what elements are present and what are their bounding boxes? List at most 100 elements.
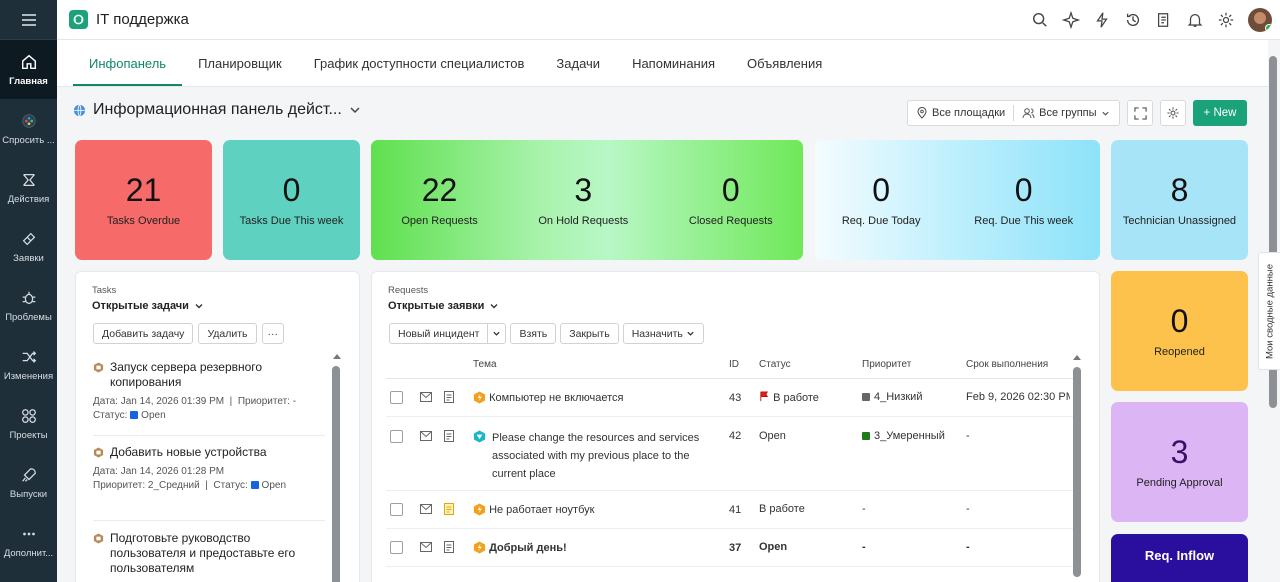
closed-metric[interactable]: 0 Closed Requests: [689, 174, 773, 227]
new-widget-button[interactable]: + New: [1193, 100, 1247, 126]
lightning-icon[interactable]: [1093, 11, 1111, 29]
requests-scrollbar[interactable]: [1073, 367, 1081, 577]
notes-icon[interactable]: [1155, 11, 1173, 29]
tab-tasks[interactable]: Задачи: [540, 56, 616, 86]
column-status[interactable]: Статус: [759, 359, 791, 370]
close-request-button[interactable]: Закрыть: [560, 323, 619, 344]
table-row[interactable]: Компьютер не включается 43 В работе 4_Ни…: [386, 379, 1080, 417]
list-item[interactable]: Подготовьте руководство пользователя и п…: [93, 531, 325, 582]
table-row[interactable]: Не работает ноутбук 41 В работе - -: [386, 491, 1080, 529]
add-task-button[interactable]: Добавить задачу: [93, 323, 194, 344]
column-due-date[interactable]: Срок выполнения: [966, 359, 1048, 370]
card-reopened[interactable]: 0 Reopened: [1111, 271, 1248, 391]
sidebar-item-releases[interactable]: Выпуски: [0, 453, 57, 512]
group-filter[interactable]: Все группы: [1014, 107, 1117, 119]
column-subject[interactable]: Тема: [473, 359, 497, 370]
notes-icon[interactable]: [444, 391, 454, 403]
request-subject[interactable]: Компьютер не включается: [489, 392, 623, 404]
card-tasks-overdue[interactable]: 21 Tasks Overdue: [75, 140, 212, 260]
column-id[interactable]: ID: [729, 359, 739, 370]
mail-icon[interactable]: [420, 431, 432, 441]
list-item[interactable]: Запуск сервера резервного копирования Да…: [93, 360, 325, 436]
on-hold-metric[interactable]: 3 On Hold Requests: [538, 174, 628, 227]
row-checkbox[interactable]: [390, 391, 403, 404]
menu-toggle[interactable]: [0, 0, 57, 40]
scroll-up-arrow-icon[interactable]: [1072, 353, 1082, 361]
dashboard-selector[interactable]: Информационная панель дейст...: [73, 101, 361, 119]
sidebar-item-actions[interactable]: Действия: [0, 158, 57, 217]
sidebar-item-problems[interactable]: Проблемы: [0, 276, 57, 335]
card-unassigned[interactable]: 8 Technician Unassigned: [1111, 140, 1248, 260]
request-subject[interactable]: Please change the resources and services…: [492, 429, 702, 483]
top-bar: IT поддержка: [57, 0, 1280, 40]
delete-task-button[interactable]: Удалить: [198, 323, 257, 344]
flag-icon: [760, 391, 769, 402]
request-due-date: -: [966, 503, 970, 515]
row-checkbox[interactable]: [390, 430, 403, 443]
mail-icon[interactable]: [420, 542, 432, 552]
search-icon[interactable]: [1031, 11, 1049, 29]
card-request-inflow[interactable]: Req. Inflow: [1111, 534, 1248, 582]
app-logo-icon: [69, 10, 88, 29]
chevron-down-icon: [493, 331, 501, 336]
sidebar-item-zia[interactable]: Спросить ...: [0, 99, 57, 158]
sidebar-item-home[interactable]: Главная: [0, 40, 57, 99]
assign-button[interactable]: Назначить: [622, 323, 704, 344]
sidebar-item-more[interactable]: Дополнит...: [0, 512, 57, 571]
request-subject[interactable]: Добрый день!: [489, 542, 567, 554]
task-view-selector[interactable]: Открытые задачи: [92, 300, 204, 312]
fullscreen-button[interactable]: [1127, 100, 1153, 126]
row-checkbox[interactable]: [390, 503, 403, 516]
card-label: Req. Due Today: [841, 214, 921, 227]
card-pending-approval[interactable]: 3 Pending Approval: [1111, 402, 1248, 522]
card-tasks-due-week[interactable]: 0 Tasks Due This week: [223, 140, 360, 260]
column-priority[interactable]: Приоритет: [862, 359, 911, 370]
card-value: 8: [1170, 171, 1189, 208]
avatar[interactable]: [1248, 8, 1272, 32]
sidebar-item-changes[interactable]: Изменения: [0, 335, 57, 394]
due-today-metric[interactable]: 0 Req. Due Today: [842, 174, 921, 227]
tab-scheduler[interactable]: Планировщик: [182, 56, 298, 86]
open-requests-metric[interactable]: 22 Open Requests: [401, 174, 477, 227]
sparkle-icon[interactable]: [1062, 11, 1080, 29]
card-label: Closed Requests: [688, 214, 773, 227]
tab-announcements[interactable]: Объявления: [731, 56, 838, 86]
history-icon[interactable]: [1124, 11, 1142, 29]
card-label: On Hold Requests: [538, 214, 629, 227]
card-label: Tasks Due This week: [239, 214, 344, 227]
take-request-button[interactable]: Взять: [510, 323, 557, 344]
tasks-scrollbar[interactable]: [332, 366, 340, 582]
card-label: Pending Approval: [1136, 476, 1223, 489]
bell-icon[interactable]: [1186, 11, 1204, 29]
table-row[interactable]: Please change the resources and services…: [386, 417, 1080, 491]
expand-icon: [1133, 106, 1147, 120]
table-row[interactable]: Добрый день! 37 Open - -: [386, 529, 1080, 567]
sidebar-item-projects[interactable]: Проекты: [0, 394, 57, 453]
new-incident-button[interactable]: Новый инцидент: [389, 323, 507, 344]
dashboard-settings-button[interactable]: [1160, 100, 1186, 126]
sidebar-item-requests[interactable]: Заявки: [0, 217, 57, 276]
notes-icon[interactable]: [444, 541, 454, 553]
request-view-selector[interactable]: Открытые заявки: [388, 300, 499, 312]
request-subject[interactable]: Не работает ноутбук: [489, 504, 594, 516]
request-id: 41: [729, 504, 742, 516]
card-value: 0: [1014, 171, 1033, 208]
scroll-up-arrow-icon[interactable]: [332, 352, 342, 360]
due-week-metric[interactable]: 0 Req. Due This week: [974, 174, 1073, 227]
notes-icon[interactable]: [444, 430, 454, 442]
tab-reminders[interactable]: Напоминания: [616, 56, 731, 86]
notes-highlighted-icon[interactable]: [444, 503, 454, 515]
gear-icon[interactable]: [1217, 11, 1235, 29]
my-summary-side-tab[interactable]: Мои сводные данные: [1258, 252, 1280, 370]
card-label: Reopened: [1154, 345, 1205, 358]
tab-dashboard[interactable]: Инфопанель: [73, 56, 183, 86]
tab-technician-availability[interactable]: График доступности специалистов: [298, 56, 541, 86]
mail-icon[interactable]: [420, 392, 432, 402]
list-item[interactable]: Добавить новые устройства Дата: Jan 14, …: [93, 445, 325, 521]
task-icon: [93, 533, 104, 544]
more-actions-button[interactable]: ···: [261, 323, 285, 344]
new-incident-dropdown[interactable]: [487, 324, 505, 343]
mail-icon[interactable]: [420, 504, 432, 514]
row-checkbox[interactable]: [390, 541, 403, 554]
site-filter[interactable]: Все площадки: [908, 107, 1013, 119]
